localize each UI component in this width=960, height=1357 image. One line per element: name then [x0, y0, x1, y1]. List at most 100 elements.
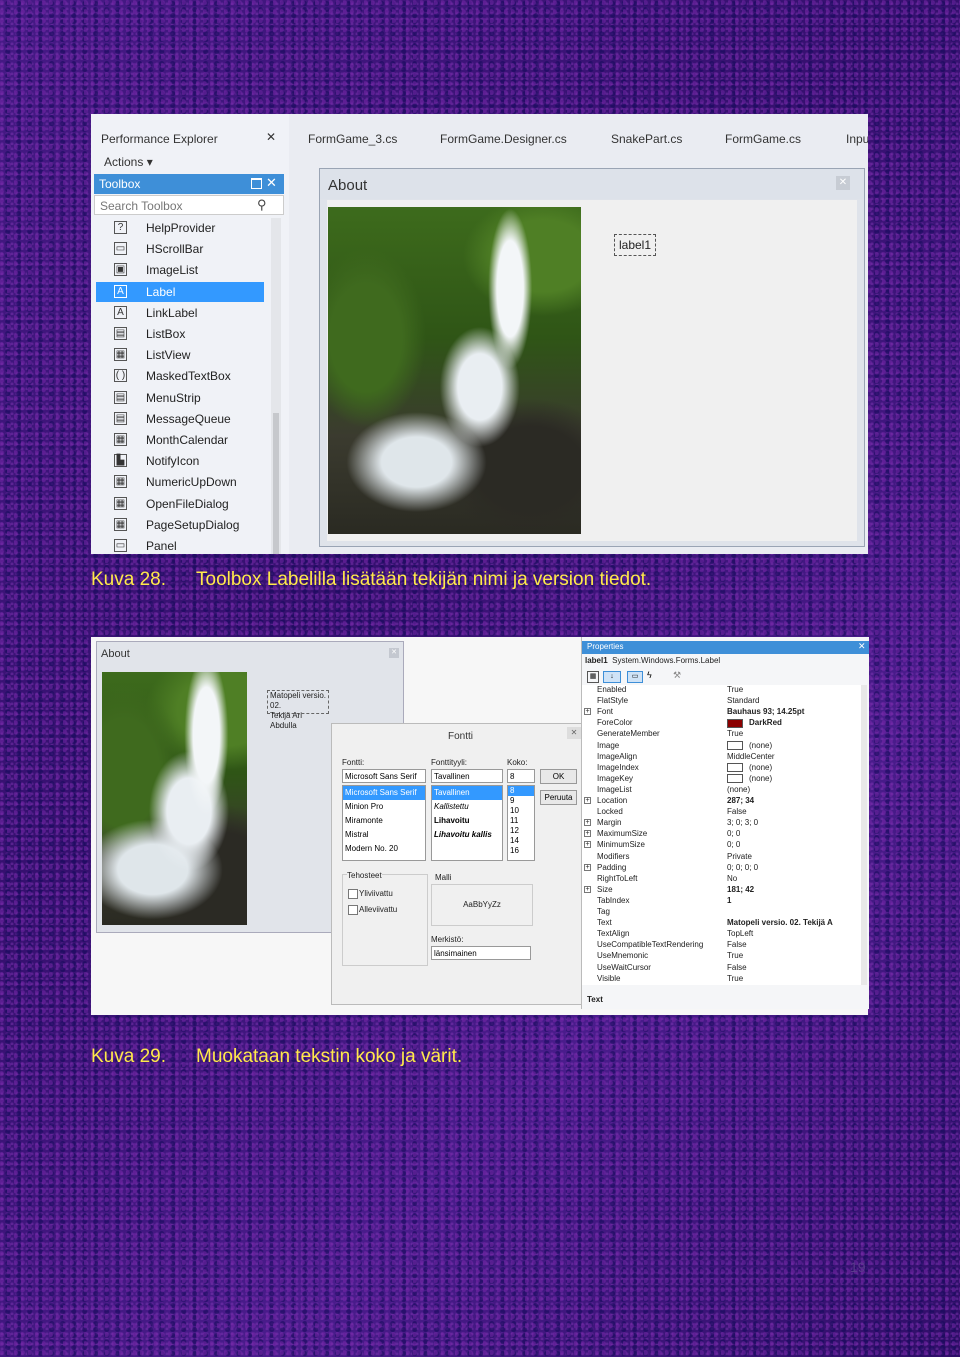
property-value[interactable]: True [727, 951, 743, 960]
ok-button[interactable]: OK [540, 769, 577, 784]
toolbox-item-maskedtextbox[interactable]: ( ) MaskedTextBox [96, 366, 264, 386]
property-row-location[interactable]: + Location 287; 34 [582, 796, 867, 807]
expand-icon[interactable]: + [584, 797, 591, 804]
expand-icon[interactable]: + [584, 841, 591, 849]
property-row-image[interactable]: Image (none) [582, 741, 867, 752]
tab-formgame-designer[interactable]: FormGame.Designer.cs [440, 132, 567, 146]
expand-icon[interactable]: + [584, 830, 591, 838]
property-value[interactable]: (none) [727, 785, 750, 794]
properties-icon[interactable]: ▭ [627, 671, 643, 683]
property-value[interactable]: TopLeft [727, 929, 753, 938]
toolbox-item-monthcalendar[interactable]: ▦ MonthCalendar [96, 430, 264, 450]
size-input[interactable]: 8 [507, 769, 535, 783]
toolbox-scrollbar[interactable] [271, 218, 281, 554]
toolbox-item-panel[interactable]: ▭ Panel [96, 536, 264, 554]
property-row-margin[interactable]: + Margin 3; 0; 3; 0 [582, 818, 867, 829]
property-row-imagekey[interactable]: ImageKey (none) [582, 774, 867, 785]
property-value[interactable]: 3; 0; 3; 0 [727, 818, 758, 827]
property-row-usecompatibletextrendering[interactable]: UseCompatibleTextRendering False [582, 940, 867, 951]
categorized-icon[interactable]: ▦ [587, 671, 599, 683]
toolbox-search[interactable]: Search Toolbox ⚲ [94, 195, 284, 215]
property-value[interactable]: MiddleCenter [727, 752, 775, 761]
underline-checkbox[interactable] [348, 905, 358, 915]
property-pages-icon[interactable]: ⚒ [673, 670, 681, 681]
font-input[interactable]: Microsoft Sans Serif [342, 769, 426, 783]
property-row-modifiers[interactable]: Modifiers Private [582, 852, 867, 863]
property-row-enabled[interactable]: Enabled True [582, 685, 867, 696]
about-close-icon[interactable]: ✕ [389, 648, 399, 658]
style-list[interactable]: Tavallinen Kallistettu Lihavoitu Lihavoitu … [431, 785, 503, 861]
scroll-thumb[interactable] [273, 413, 279, 554]
property-row-font[interactable]: + Font Bauhaus 93; 14.25pt [582, 707, 867, 718]
style-list-item[interactable]: Kallistettu [432, 800, 502, 814]
property-row-imageindex[interactable]: ImageIndex (none) [582, 763, 867, 774]
font-list-item[interactable]: Microsoft Sans Serif [343, 786, 425, 800]
toolbox-item-label[interactable]: A Label [96, 281, 264, 302]
size-list-item[interactable]: 10 [508, 806, 534, 816]
toolbox-item-openfiledialog[interactable]: ▦ OpenFileDialog [96, 494, 264, 514]
property-value[interactable]: DarkRed [727, 718, 782, 728]
property-value[interactable]: True [727, 685, 743, 694]
toolbox-item-listbox[interactable]: ▤ ListBox [96, 324, 264, 344]
size-list-item[interactable]: 16 [508, 846, 534, 856]
property-row-forecolor[interactable]: ForeColor DarkRed [582, 718, 867, 729]
font-list-item[interactable]: Mistral [343, 828, 425, 842]
toolbox-item-numericupdown[interactable]: ▦ NumericUpDown [96, 472, 264, 492]
tab-formgame[interactable]: FormGame.cs [725, 132, 801, 146]
toolbox-item-linklabel[interactable]: A LinkLabel [96, 303, 264, 323]
property-row-imagealign[interactable]: ImageAlign MiddleCenter [582, 752, 867, 763]
font-list[interactable]: Microsoft Sans Serif Minion Pro Miramonte M… [342, 785, 426, 861]
font-dialog-close-icon[interactable]: ✕ [567, 727, 581, 739]
property-value[interactable]: 0; 0 [727, 829, 740, 838]
style-list-item[interactable]: Tavallinen [432, 786, 502, 800]
property-value[interactable]: 0; 0 [727, 840, 740, 849]
property-row-generatemember[interactable]: GenerateMember True [582, 729, 867, 740]
property-row-textalign[interactable]: TextAlign TopLeft [582, 929, 867, 940]
size-list-item[interactable]: 9 [508, 796, 534, 806]
toolbox-item-menustrip[interactable]: ▤ MenuStrip [96, 388, 264, 408]
property-row-tag[interactable]: Tag [582, 907, 867, 918]
property-row-usewaitcursor[interactable]: UseWaitCursor False [582, 963, 867, 974]
tab-inpu[interactable]: Inpu [846, 132, 868, 146]
font-list-item[interactable]: Miramonte [343, 814, 425, 828]
property-value[interactable]: False [727, 940, 747, 949]
property-value[interactable]: Private [727, 852, 752, 861]
property-row-imagelist[interactable]: ImageList (none) [582, 785, 867, 796]
toolbox-item-imagelist[interactable]: ▣ ImageList [96, 260, 264, 280]
property-value[interactable]: True [727, 729, 743, 738]
property-row-padding[interactable]: + Padding 0; 0; 0; 0 [582, 863, 867, 874]
properties-scrollbar[interactable] [861, 685, 867, 985]
property-row-minimumsize[interactable]: + MinimumSize 0; 0 [582, 840, 867, 851]
property-value[interactable]: 287; 34 [727, 796, 754, 805]
size-list-item[interactable]: 8 [508, 786, 534, 796]
close-icon[interactable]: ✕ [266, 175, 277, 191]
font-list-item[interactable]: Minion Pro [343, 800, 425, 814]
cancel-button[interactable]: Peruuta [540, 790, 577, 805]
property-row-locked[interactable]: Locked False [582, 807, 867, 818]
properties-close-icon[interactable]: ✕ [858, 641, 866, 652]
search-input[interactable]: Search Toolbox [100, 199, 183, 213]
pin-icon[interactable]: ✕ [266, 130, 276, 144]
property-row-tabindex[interactable]: TabIndex 1 [582, 896, 867, 907]
property-row-visible[interactable]: Visible True [582, 974, 867, 985]
script-select[interactable]: länsimainen [431, 946, 531, 960]
style-list-item[interactable]: Lihavoitu kallis [432, 828, 502, 842]
size-list[interactable]: 8 9 10 11 12 14 16 [507, 785, 535, 861]
search-icon[interactable]: ⚲ [257, 197, 267, 213]
property-value[interactable]: No [727, 874, 737, 883]
property-value[interactable]: 181; 42 [727, 885, 754, 894]
property-value[interactable]: False [727, 963, 747, 972]
expand-icon[interactable]: + [584, 708, 591, 716]
expand-icon[interactable]: + [584, 885, 591, 893]
property-value[interactable]: 0; 0; 0; 0 [727, 863, 758, 872]
font-list-item[interactable]: Modern No. 20 [343, 842, 425, 856]
size-list-item[interactable]: 11 [508, 816, 534, 826]
property-row-maximumsize[interactable]: + MaximumSize 0; 0 [582, 829, 867, 840]
toolbox-item-listview[interactable]: ▦ ListView [96, 345, 264, 365]
property-row-flatstyle[interactable]: FlatStyle Standard [582, 696, 867, 707]
actions-menu[interactable]: Actions ▾ [104, 155, 153, 169]
property-value[interactable]: (none) [727, 763, 772, 773]
property-value[interactable]: False [727, 807, 747, 816]
style-input[interactable]: Tavallinen [431, 769, 503, 783]
label1-control[interactable]: label1 [614, 234, 656, 256]
